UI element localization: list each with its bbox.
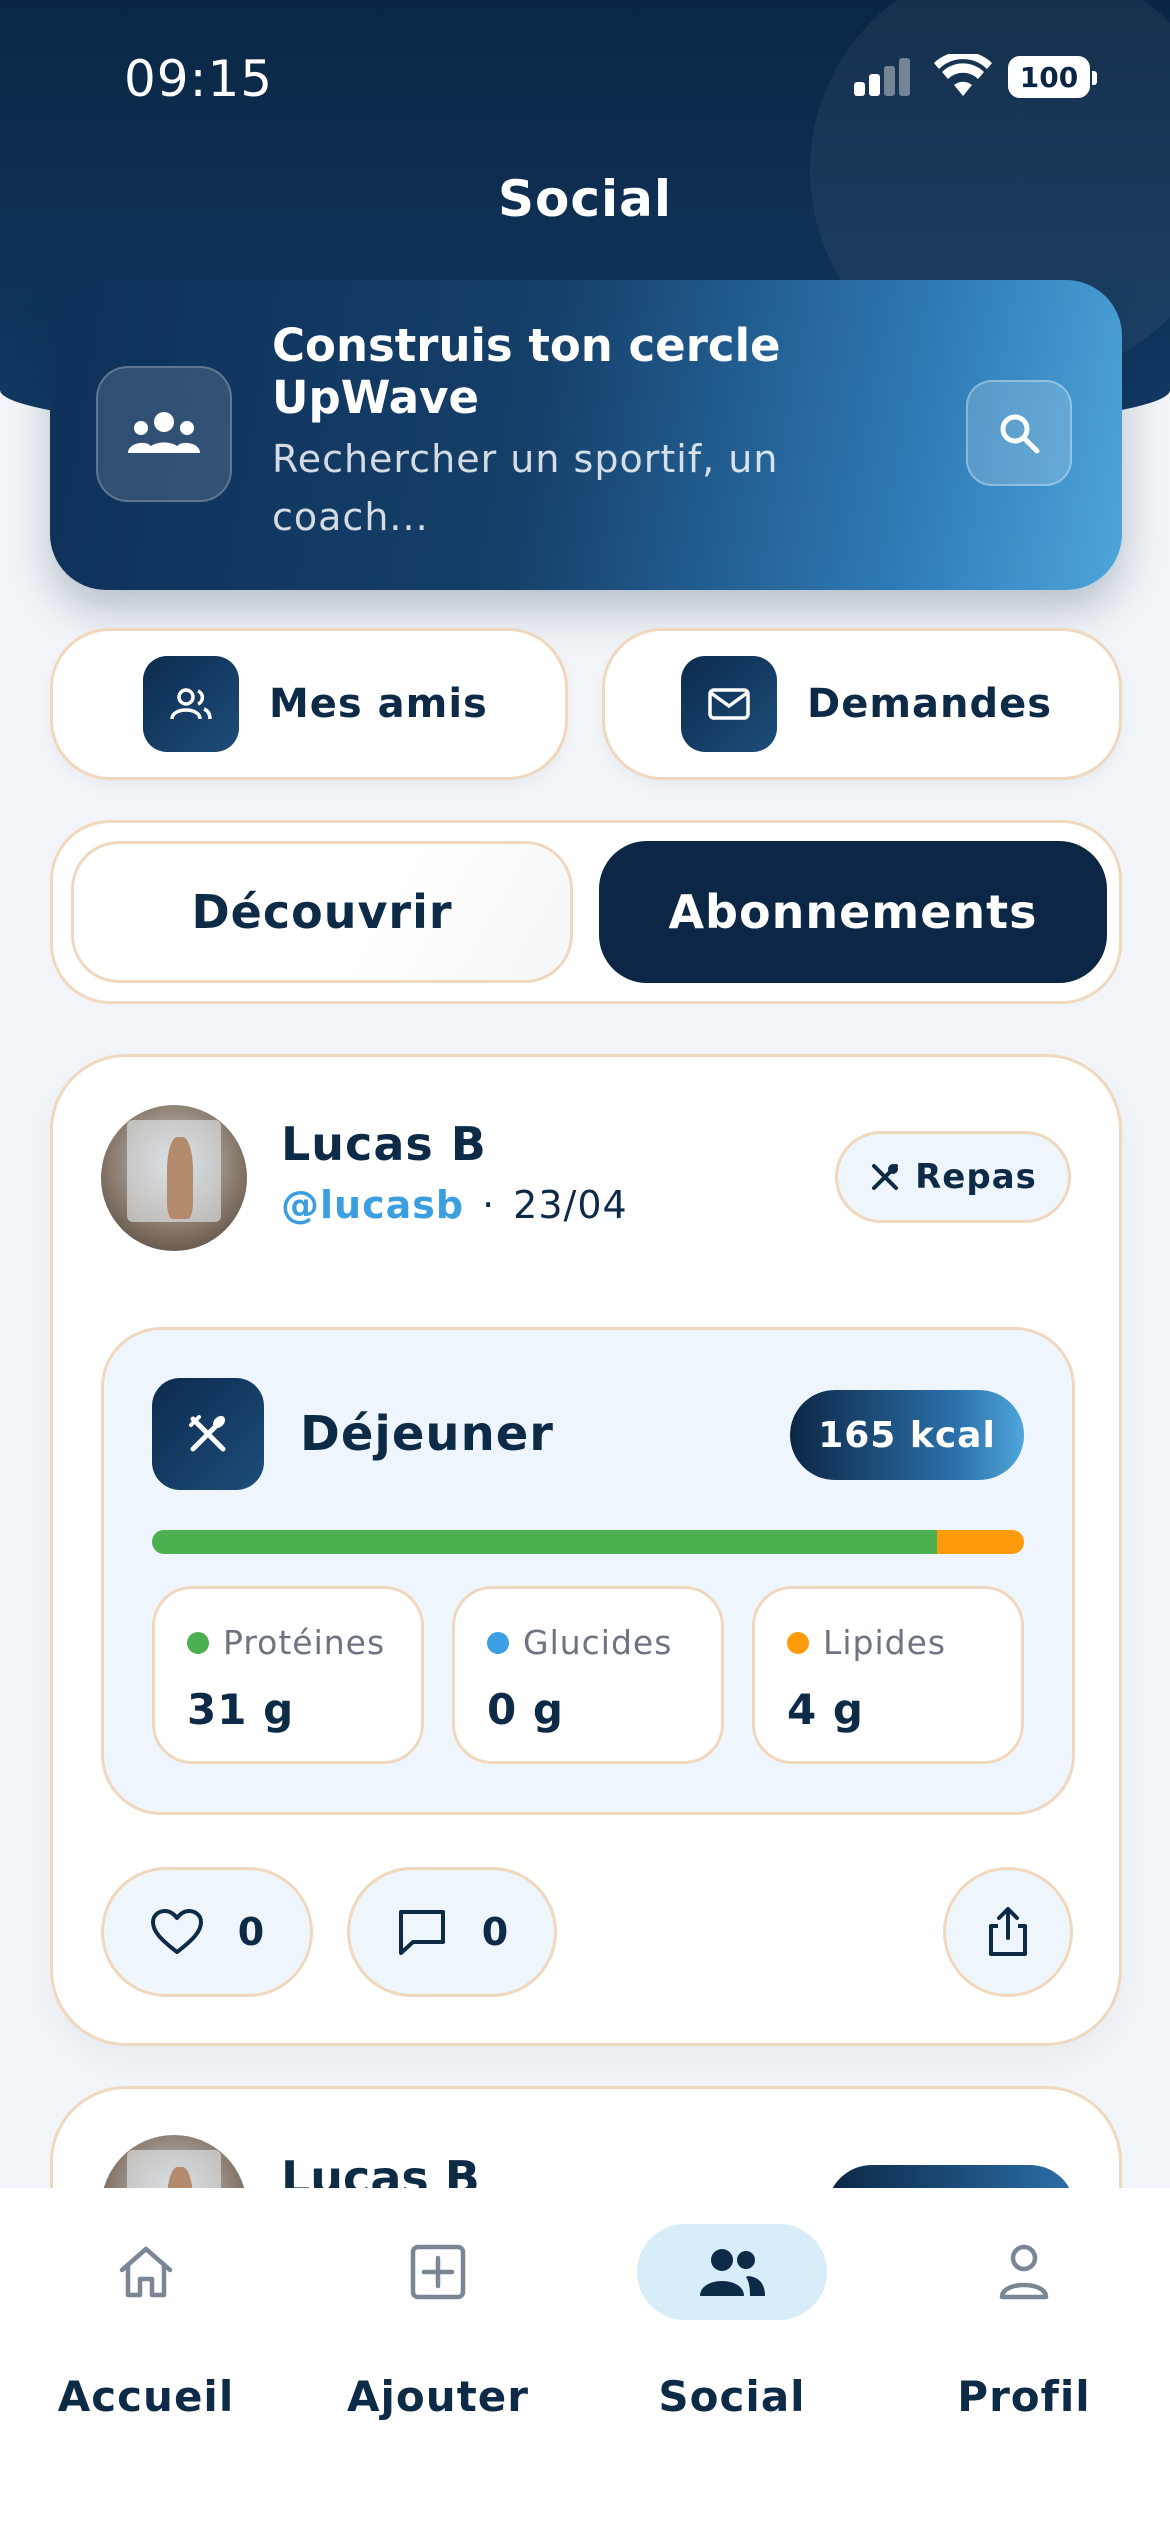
- tab-label: Profil: [957, 2372, 1091, 2421]
- tab-social[interactable]: Social: [612, 2224, 852, 2424]
- post-type-label: Repas: [915, 1157, 1037, 1197]
- macro-value: 31 g: [187, 1685, 295, 1734]
- macro-label: Protéines: [223, 1623, 386, 1662]
- search-button[interactable]: [966, 380, 1072, 486]
- tab-label: Accueil: [57, 2372, 235, 2421]
- post-date: 23/04: [513, 1183, 628, 1227]
- utensils-icon: [872, 1164, 899, 1190]
- macro-progress-bar: [152, 1530, 1024, 1554]
- macro-bar-segment-lipides: [936, 1530, 1024, 1554]
- macro-label: Lipides: [823, 1623, 947, 1662]
- post-type-badge: Repas: [835, 1131, 1071, 1223]
- macro-protein: Protéines 31 g: [152, 1586, 424, 1764]
- tab-add[interactable]: Ajouter: [318, 2224, 558, 2424]
- tab-home[interactable]: Accueil: [26, 2224, 266, 2424]
- fat-dot: [787, 1631, 809, 1654]
- protein-dot: [187, 1631, 209, 1654]
- post-meta: @lucasb · 23/04: [281, 1183, 628, 1227]
- search-banner-subtitle: Rechercher un sportif, un coach...: [272, 437, 779, 539]
- share-button[interactable]: [943, 1867, 1073, 1997]
- friends-icon: [143, 656, 239, 752]
- comment-count: 0: [481, 1910, 509, 1954]
- add-square-icon: [343, 2224, 533, 2320]
- my-friends-button[interactable]: Mes amis: [50, 628, 568, 780]
- home-icon: [51, 2224, 241, 2320]
- tab-label: Ajouter: [347, 2372, 529, 2421]
- my-friends-label: Mes amis: [269, 681, 488, 727]
- search-banner[interactable]: Construis ton cercle UpWave Rechercher u…: [50, 280, 1122, 590]
- bottom-tab-bar: Accueil Ajouter Social Profil: [0, 2188, 1170, 2532]
- post-author-handle[interactable]: @lucasb: [281, 1183, 464, 1227]
- wifi-icon: [934, 54, 992, 96]
- share-icon: [989, 1907, 1027, 1956]
- tab-profile[interactable]: Profil: [904, 2224, 1144, 2424]
- macro-value: 4 g: [787, 1685, 864, 1734]
- cutlery-icon: [152, 1378, 264, 1490]
- requests-button[interactable]: Demandes: [602, 628, 1122, 780]
- meta-separator: ·: [482, 1183, 496, 1227]
- status-time: 09:15: [124, 50, 274, 108]
- macro-value: 0 g: [487, 1685, 564, 1734]
- battery-indicator: 100: [1008, 56, 1097, 98]
- like-count: 0: [237, 1910, 265, 1954]
- community-icon: [96, 366, 232, 502]
- profile-icon: [929, 2224, 1119, 2320]
- comment-button[interactable]: 0: [347, 1867, 557, 1997]
- feed-tabs: Découvrir Abonnements: [50, 820, 1122, 1004]
- like-button[interactable]: 0: [101, 1867, 313, 1997]
- macro-label: Glucides: [523, 1623, 673, 1662]
- search-icon: [1000, 414, 1040, 454]
- heart-icon: [150, 1909, 203, 1954]
- tab-subscriptions[interactable]: Abonnements: [599, 841, 1107, 983]
- macro-carbs: Glucides 0 g: [452, 1586, 724, 1764]
- meal-card[interactable]: Déjeuner 165 kcal Protéines 31 g Glucide…: [101, 1327, 1075, 1815]
- requests-label: Demandes: [807, 681, 1053, 727]
- tab-discover[interactable]: Découvrir: [71, 841, 573, 983]
- macro-bar-segment-protéines: [152, 1530, 937, 1554]
- feed-post: Lucas B @lucasb · 23/04 Repas Déjeuner 165…: [50, 1054, 1122, 2046]
- page-title: Social: [497, 170, 673, 228]
- meal-title: Déjeuner: [300, 1406, 554, 1462]
- post-author-name[interactable]: Lucas B: [281, 1117, 487, 1171]
- social-icon: [637, 2224, 827, 2320]
- calories-badge: 165 kcal: [790, 1390, 1024, 1480]
- search-banner-title: Construis ton cercle UpWave: [272, 319, 781, 424]
- cellular-signal-icon: [854, 58, 912, 96]
- tab-label: Social: [658, 2372, 806, 2421]
- carbs-dot: [487, 1631, 509, 1654]
- mail-icon: [681, 656, 777, 752]
- status-bar: 09:15 100: [0, 0, 1170, 150]
- comment-icon: [398, 1910, 445, 1955]
- avatar[interactable]: [101, 1105, 247, 1251]
- macro-fat: Lipides 4 g: [752, 1586, 1024, 1764]
